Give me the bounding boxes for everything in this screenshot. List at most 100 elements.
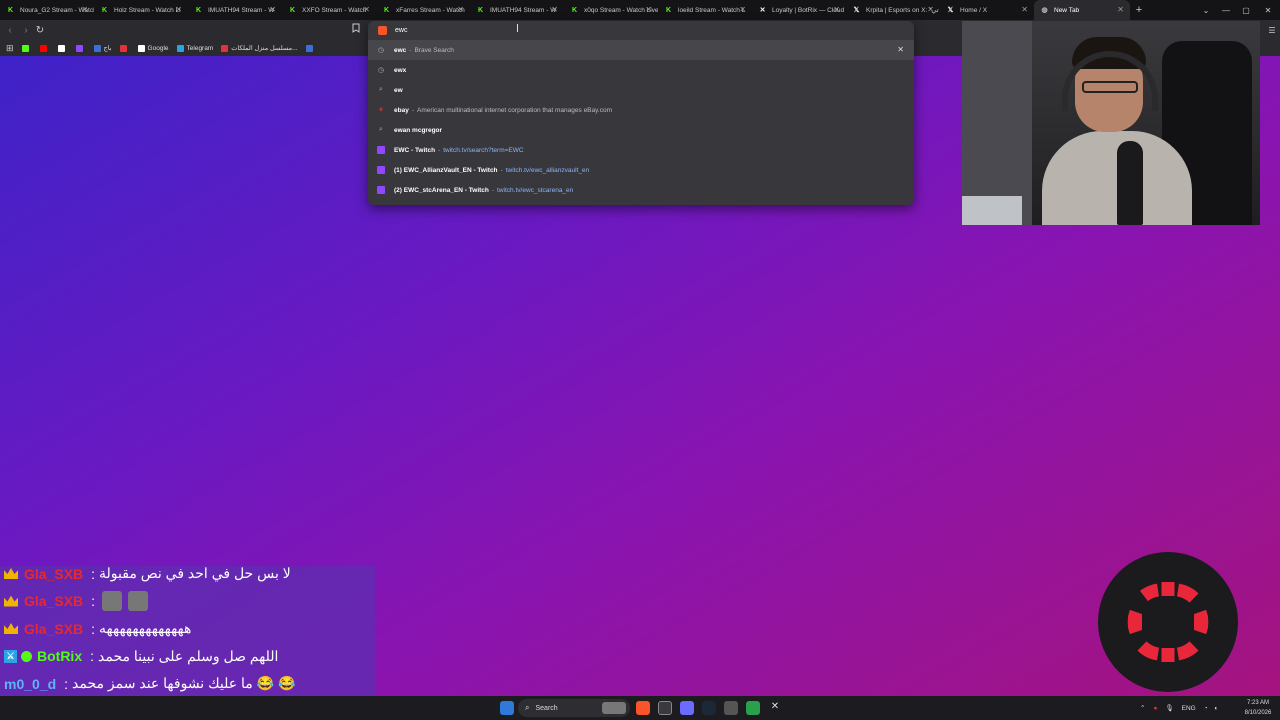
close-tab-icon[interactable]: ✕ xyxy=(1021,5,1028,14)
chat-text: ما عليك نشوفها عند سمز محمد 😂 😂 xyxy=(72,675,296,691)
bookmark-8[interactable]: مسلسل منزل الملكات... xyxy=(221,44,298,52)
start-button[interactable] xyxy=(500,701,514,715)
history-icon: ◷ xyxy=(377,47,385,54)
new-tab-button[interactable]: + xyxy=(1130,4,1148,16)
spotify-taskbar-icon[interactable] xyxy=(746,701,760,715)
chat-message: Gla_SXB: لا بس حل في احد في نص مقبولة xyxy=(0,566,375,587)
chat-text: لا بس حل في احد في نص مقبولة xyxy=(99,566,291,581)
tab-4[interactable]: KxFarres Stream - Watch ✕ xyxy=(376,0,470,20)
omnibox-suggestion[interactable]: (2) EWC_stcArena_EN - Twitch - twitch.tv… xyxy=(368,180,914,200)
close-tab-icon[interactable]: ✕ xyxy=(81,5,88,14)
bookmark-this-tab-icon[interactable] xyxy=(352,23,364,37)
tab-5[interactable]: K IMUATH94 Stream - W ✕ xyxy=(470,0,564,20)
botrix-icon: ✕ xyxy=(759,7,766,14)
close-tab-icon[interactable]: ✕ xyxy=(1117,5,1124,14)
tab-title: xFarres Stream - Watch xyxy=(396,6,465,14)
chat-username: Gla_SXB xyxy=(24,566,84,582)
bookmark-4[interactable]: باج xyxy=(93,44,112,52)
mic-icon[interactable]: 🎙 xyxy=(1165,704,1173,712)
tab-11[interactable]: ◍ New Tab ✕ xyxy=(1034,0,1130,20)
omnibox-suggestion[interactable]: e ebay - American multinational internet … xyxy=(368,100,914,120)
taskbar-search[interactable]: ⌕ Search xyxy=(518,699,630,717)
volume-icon[interactable]: ◖ xyxy=(1214,705,1218,712)
chevron-up-icon[interactable]: ⌃ xyxy=(1140,704,1145,712)
chat-message: ⚔ BotRix: اللهم صل وسلم على نبينا محمد xyxy=(0,643,375,670)
omnibox-suggestion[interactable]: ◷ ewx xyxy=(368,60,914,80)
bookmark-favicon-icon xyxy=(305,44,313,52)
tab-6[interactable]: Kx0qo Stream - Watch Live ✕ xyxy=(564,0,658,20)
minimize-button[interactable]: — xyxy=(1216,0,1236,20)
close-tab-icon[interactable]: ✕ xyxy=(551,5,558,14)
x-icon: 𝕏 xyxy=(853,7,860,14)
apps-grid-icon[interactable]: ⊞ xyxy=(6,43,14,54)
tab-10[interactable]: 𝕏 Home / X ✕ xyxy=(940,0,1034,20)
tab-title: Holz Stream - Watch Li xyxy=(114,6,181,14)
omnibox-suggestion[interactable]: ◷ ewc - Brave Search ✕ xyxy=(368,40,914,60)
remove-suggestion-icon[interactable]: ✕ xyxy=(897,45,904,54)
close-window-button[interactable]: ✕ xyxy=(1258,0,1278,20)
omnibox-suggestion[interactable]: ⌕ ewan mcgregor xyxy=(368,120,914,140)
kick-icon: K xyxy=(383,6,390,14)
app-taskbar-icon[interactable] xyxy=(658,701,672,715)
suggestion-description: American multinational internet corporat… xyxy=(417,106,612,114)
omnibox-suggestion[interactable]: (1) EWC_AllianzVault_EN - Twitch - twitc… xyxy=(368,160,914,180)
obs-taskbar-icon[interactable] xyxy=(724,701,738,715)
search-icon: ⌕ xyxy=(525,703,530,712)
tab-title: IMUATH94 Stream - W xyxy=(208,6,275,14)
close-tab-icon[interactable]: ✕ xyxy=(175,5,182,14)
discord-taskbar-icon[interactable] xyxy=(680,701,694,715)
channel-logo xyxy=(1098,552,1238,692)
x-taskbar-icon[interactable]: ✕ xyxy=(768,701,782,715)
back-icon[interactable]: ‹ xyxy=(3,23,17,37)
kick-icon: K xyxy=(101,6,108,14)
close-tab-icon[interactable]: ✕ xyxy=(363,5,370,14)
close-tab-icon[interactable]: ✕ xyxy=(457,5,464,14)
bookmark-1[interactable] xyxy=(39,44,50,52)
history-icon: ◷ xyxy=(377,67,385,74)
bookmark-7[interactable]: Telegram xyxy=(176,44,213,52)
chat-colon: : xyxy=(91,620,96,637)
maximize-button[interactable]: ▢ xyxy=(1236,0,1256,20)
tab-7[interactable]: Kloeild Stream - Watch L ✕ xyxy=(658,0,752,20)
tab-8[interactable]: ✕ Loyalty | BotRix — Cloud ✕ xyxy=(752,0,846,20)
bookmark-2[interactable] xyxy=(57,44,68,52)
tab-3[interactable]: K XXFO Stream - Watch ✕ xyxy=(282,0,376,20)
suggestion-main: ewc xyxy=(394,46,407,54)
menu-icon[interactable]: ☰ xyxy=(1262,20,1280,40)
close-tab-icon[interactable]: ✕ xyxy=(833,5,840,14)
chat-emote-icon xyxy=(102,591,123,611)
tab-9[interactable]: 𝕏 Krpita | Esports on X: "تي ✕ xyxy=(846,0,940,20)
bookmark-0[interactable] xyxy=(21,44,32,52)
bookmark-5[interactable] xyxy=(119,44,130,52)
tab-0[interactable]: K Noura_G2 Stream - Watch ✕ xyxy=(0,0,94,20)
tray-app-icon[interactable]: ● xyxy=(1153,705,1157,712)
globe-icon: ◍ xyxy=(1041,7,1048,14)
reload-icon[interactable]: ↻ xyxy=(33,23,47,37)
bookmark-3[interactable] xyxy=(75,44,86,52)
tab-1[interactable]: K Holz Stream - Watch Li ✕ xyxy=(94,0,188,20)
forward-icon[interactable]: › xyxy=(19,23,33,37)
bookmark-favicon-icon xyxy=(93,44,101,52)
address-bar-input[interactable] xyxy=(395,27,595,34)
network-icon[interactable]: ◔ xyxy=(1204,705,1208,712)
tab-2[interactable]: K IMUATH94 Stream - W ✕ xyxy=(188,0,282,20)
tab-search-icon[interactable]: ⌄ xyxy=(1196,0,1216,20)
chat-username: Gla_SXB xyxy=(24,620,84,637)
close-tab-icon[interactable]: ✕ xyxy=(269,5,276,14)
close-tab-icon[interactable]: ✕ xyxy=(739,5,746,14)
steam-taskbar-icon[interactable] xyxy=(702,701,716,715)
bookmark-favicon-icon xyxy=(21,44,29,52)
close-tab-icon[interactable]: ✕ xyxy=(927,5,934,14)
clock-date: 8/10/2026 xyxy=(1244,710,1272,716)
bookmark-favicon-icon xyxy=(137,44,145,52)
brave-taskbar-icon[interactable] xyxy=(636,701,650,715)
clock[interactable]: 7:23 AM 8/10/2026 xyxy=(1240,698,1276,718)
kick-icon: K xyxy=(195,6,202,14)
close-tab-icon[interactable]: ✕ xyxy=(645,5,652,14)
omnibox-suggestion[interactable]: ⌕ ew xyxy=(368,80,914,100)
bookmark-9[interactable] xyxy=(305,44,316,52)
bookmark-6[interactable]: Google xyxy=(137,44,169,52)
omnibox-suggestion[interactable]: EWC - Twitch - twitch.tv/search?term=EWC xyxy=(368,140,914,160)
omnibox-dropdown: ◷ ewc - Brave Search ✕ ◷ ewx ⌕ ew e ebay - Ameri… xyxy=(368,21,914,205)
language-indicator[interactable]: ENG xyxy=(1182,705,1196,712)
